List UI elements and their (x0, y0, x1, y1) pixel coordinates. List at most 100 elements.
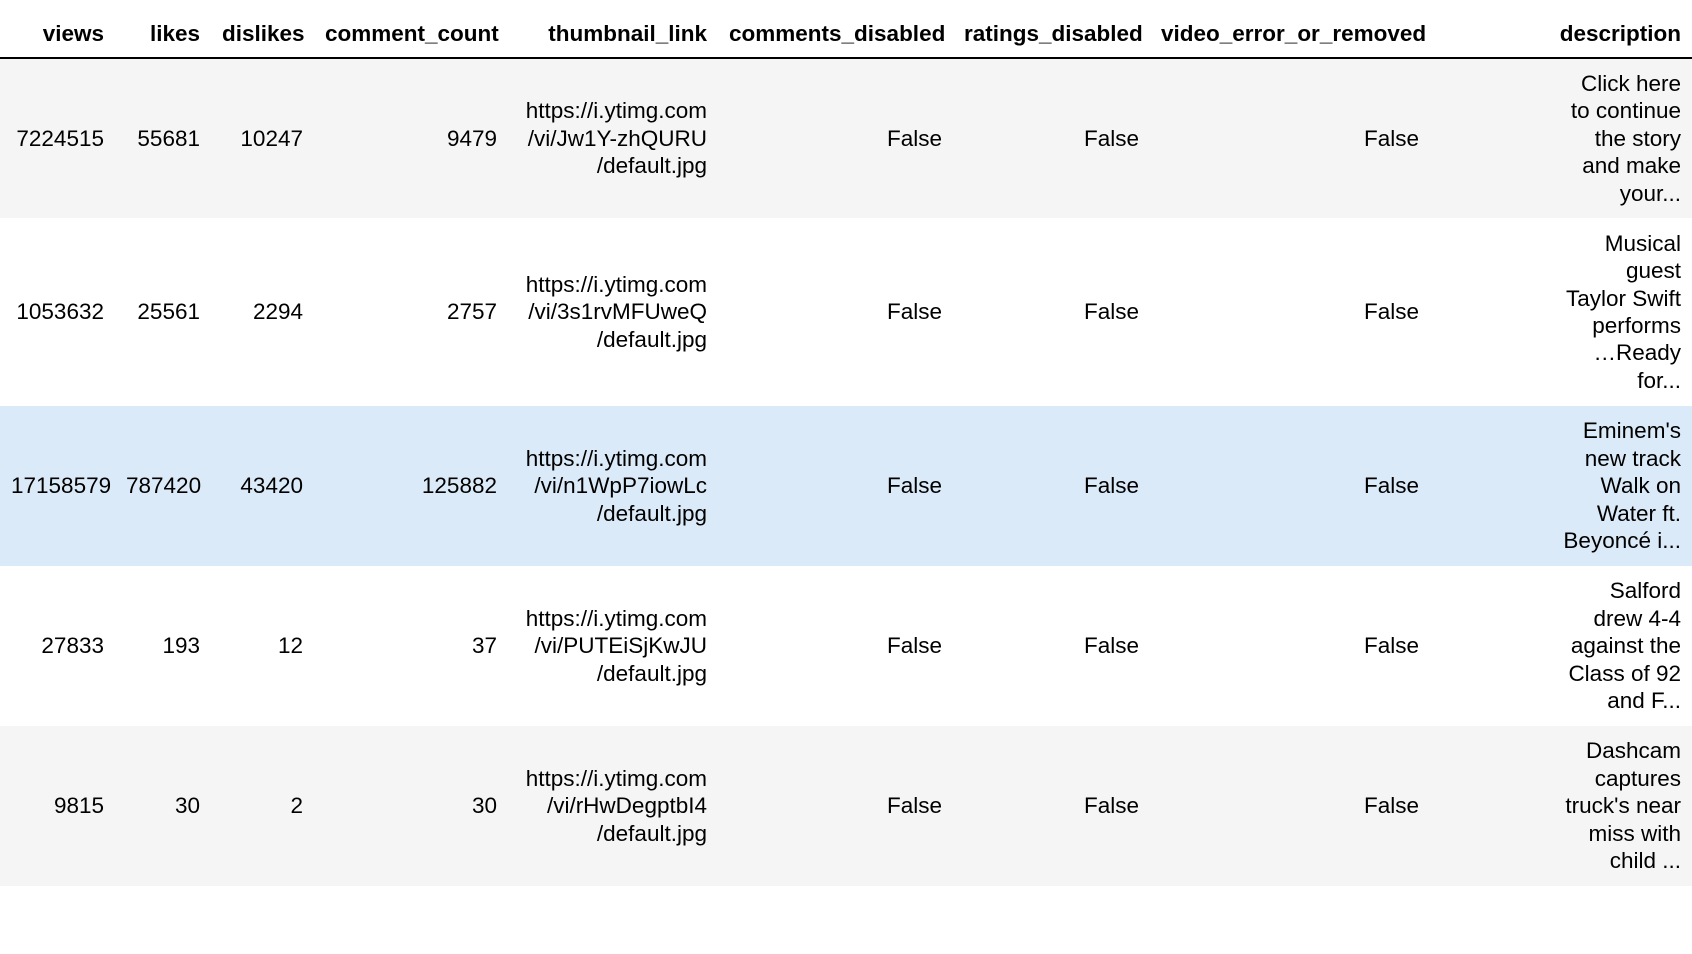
column-header-comment-count: comment_count (314, 0, 508, 59)
cell-likes: 787420 (115, 406, 211, 566)
description-line: new track (1584, 445, 1681, 471)
cell-thumbnail-link: https://i.ytimg.com/vi/PUTEiSjKwJU/defau… (508, 566, 718, 726)
description-line: Water ft. (1596, 500, 1681, 526)
table-row[interactable]: 7224515 55681 10247 9479 https://i.ytimg.com… (0, 58, 1692, 218)
cell-comments-disabled: False (718, 406, 953, 566)
cell-comment-count: 30 (314, 726, 508, 886)
cell-video-error-or-removed: False (1150, 58, 1430, 218)
description-line: for... (1637, 367, 1681, 393)
cell-dislikes: 2 (211, 726, 314, 886)
cell-thumbnail-link: https://i.ytimg.com/vi/3s1rvMFUweQ/defau… (508, 218, 718, 406)
description-line: the story (1594, 125, 1681, 151)
description-line: and F... (1607, 688, 1681, 714)
cell-ratings-disabled: False (953, 58, 1150, 218)
thumbnail-link-line: https://i.ytimg.com (525, 445, 707, 471)
thumbnail-link-line: /vi/3s1rvMFUweQ (528, 299, 707, 325)
cell-comments-disabled: False (718, 58, 953, 218)
description-line: Musical (1604, 230, 1681, 256)
thumbnail-link-line: /vi/PUTEiSjKwJU (534, 633, 707, 659)
column-header-ratings-disabled: ratings_disabled (953, 0, 1150, 59)
thumbnail-link-line: https://i.ytimg.com (525, 605, 707, 631)
cell-video-error-or-removed: False (1150, 406, 1430, 566)
table-row[interactable]: 9815 30 2 30 https://i.ytimg.com/vi/rHwDegpt… (0, 726, 1692, 886)
table-row[interactable]: 27833 193 12 37 https://i.ytimg.com/vi/PUTEi… (0, 566, 1692, 726)
description-line: truck's near (1565, 793, 1681, 819)
cell-thumbnail-link: https://i.ytimg.com/vi/rHwDegptbI4/defau… (508, 726, 718, 886)
cell-thumbnail-link: https://i.ytimg.com/vi/n1WpP7iowLc/defau… (508, 406, 718, 566)
cell-comment-count: 37 (314, 566, 508, 726)
cell-views: 1053632 (0, 218, 115, 406)
cell-ratings-disabled: False (953, 406, 1150, 566)
cell-dislikes: 43420 (211, 406, 314, 566)
description-line: to continue (1570, 98, 1681, 124)
thumbnail-link-line: /default.jpg (596, 660, 707, 686)
cell-comments-disabled: False (718, 218, 953, 406)
column-header-comments-disabled: comments_disabled (718, 0, 953, 59)
table-row[interactable]: 17158579 787420 43420 125882 https://i.ytimg… (0, 406, 1692, 566)
cell-ratings-disabled: False (953, 726, 1150, 886)
thumbnail-link-line: /default.jpg (596, 153, 707, 179)
cell-video-error-or-removed: False (1150, 218, 1430, 406)
cell-likes: 55681 (115, 58, 211, 218)
description-line: drew 4-4 (1593, 605, 1681, 631)
cell-description: Musical guest Taylor Swift performs …Ready fo… (1430, 218, 1692, 406)
thumbnail-link-line: /vi/n1WpP7iowLc (534, 473, 707, 499)
description-line: Salford (1609, 578, 1681, 604)
cell-likes: 193 (115, 566, 211, 726)
cell-dislikes: 2294 (211, 218, 314, 406)
description-line: against the (1570, 633, 1681, 659)
cell-comments-disabled: False (718, 726, 953, 886)
description-line: and make (1582, 153, 1681, 179)
column-header-views: views (0, 0, 115, 59)
cell-video-error-or-removed: False (1150, 726, 1430, 886)
description-line: Eminem's (1582, 418, 1681, 444)
cell-views: 7224515 (0, 58, 115, 218)
cell-description: Salford drew 4-4 against the Class of 92 and… (1430, 566, 1692, 726)
cell-description: Dashcam captures truck's near miss with chil… (1430, 726, 1692, 886)
thumbnail-link-line: https://i.ytimg.com (525, 271, 707, 297)
thumbnail-link-line: https://i.ytimg.com (525, 98, 707, 124)
cell-ratings-disabled: False (953, 218, 1150, 406)
dataframe-table: views likes dislikes comment_count thumb… (0, 0, 1692, 886)
cell-views: 9815 (0, 726, 115, 886)
column-header-description: description (1430, 0, 1692, 59)
cell-comments-disabled: False (718, 566, 953, 726)
column-header-likes: likes (115, 0, 211, 59)
cell-dislikes: 12 (211, 566, 314, 726)
cell-comment-count: 9479 (314, 58, 508, 218)
description-line: performs (1592, 313, 1681, 338)
cell-video-error-or-removed: False (1150, 566, 1430, 726)
column-header-dislikes: dislikes (211, 0, 314, 59)
cell-thumbnail-link: https://i.ytimg.com/vi/Jw1Y-zhQURU/defau… (508, 58, 718, 218)
thumbnail-link-line: https://i.ytimg.com (525, 765, 707, 791)
cell-views: 17158579 (0, 406, 115, 566)
thumbnail-link-line: /default.jpg (596, 820, 707, 846)
cell-likes: 30 (115, 726, 211, 886)
description-line: Click here (1580, 70, 1681, 96)
column-header-video-error-or-removed: video_error_or_removed (1150, 0, 1430, 59)
cell-comment-count: 125882 (314, 406, 508, 566)
cell-views: 27833 (0, 566, 115, 726)
table-row[interactable]: 1053632 25561 2294 2757 https://i.ytimg.com /… (0, 218, 1692, 406)
cell-likes: 25561 (115, 218, 211, 406)
description-line: child ... (1609, 848, 1681, 874)
description-line: Dashcam (1585, 738, 1681, 764)
cell-ratings-disabled: False (953, 566, 1150, 726)
description-line: captures (1594, 765, 1681, 791)
description-line: …Ready (1593, 340, 1681, 366)
description-line: miss with (1588, 820, 1681, 846)
cell-description: Eminem's new track Walk on Water ft. Beyoncé… (1430, 406, 1692, 566)
description-line: Walk on (1600, 473, 1681, 499)
description-line: Class of 92 (1568, 660, 1681, 686)
cell-comment-count: 2757 (314, 218, 508, 406)
thumbnail-link-line: /default.jpg (596, 500, 707, 526)
description-line: your... (1619, 180, 1681, 206)
column-header-thumbnail-link: thumbnail_link (508, 0, 718, 59)
header-row: views likes dislikes comment_count thumb… (0, 0, 1692, 59)
description-line: Beyoncé i... (1563, 528, 1681, 554)
description-line: guest (1625, 258, 1681, 284)
cell-description: Click here to continue the story and make yo… (1430, 58, 1692, 218)
thumbnail-link-line: /default.jpg (596, 326, 707, 352)
thumbnail-link-line: /vi/rHwDegptbI4 (546, 793, 707, 819)
description-line: Taylor Swift (1565, 285, 1681, 311)
